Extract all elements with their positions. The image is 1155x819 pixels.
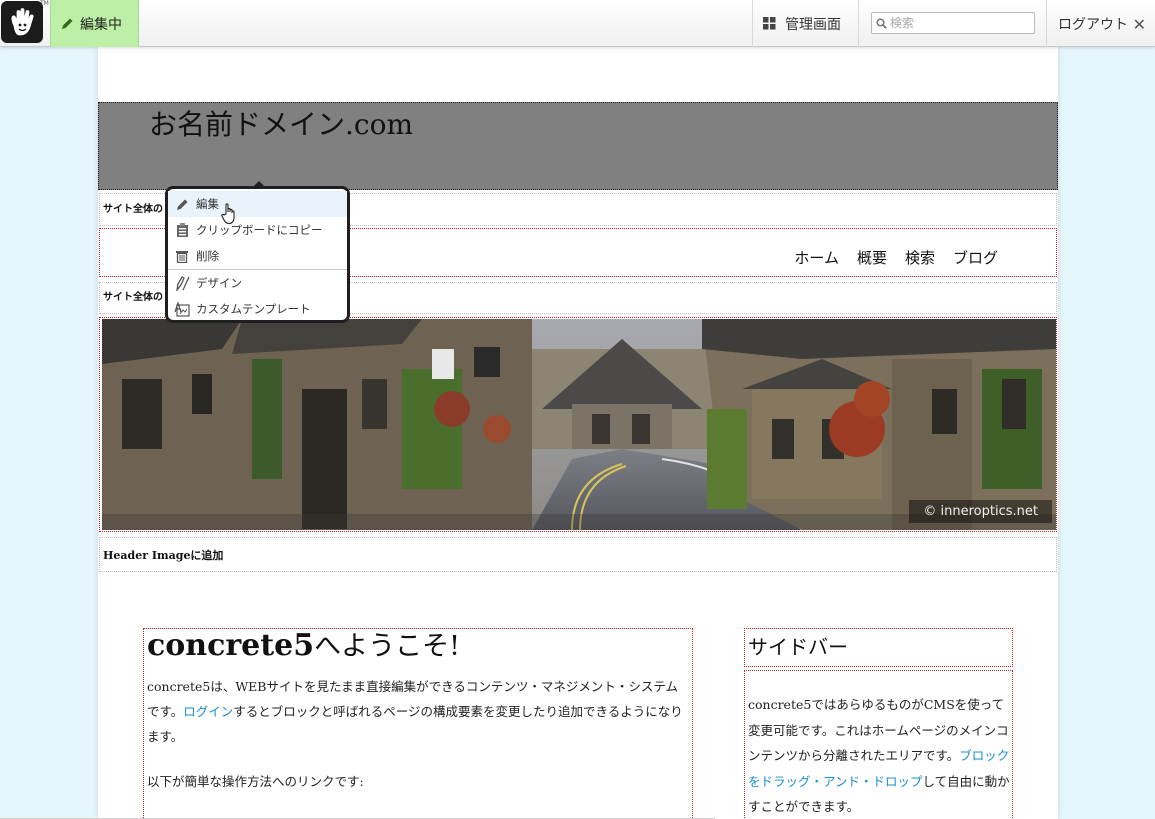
block-context-menu: 編集 クリップボードにコピー 削除 デザイン カスタムテンプレート xyxy=(165,181,350,323)
concrete5-logo[interactable] xyxy=(1,1,43,43)
menu-item-template-label: カスタムテンプレート xyxy=(196,302,311,316)
intro-paragraph: concrete5は、WEBサイトを見たまま直接編集ができるコンテンツ・マネジメ… xyxy=(147,674,689,749)
village-street-image xyxy=(102,319,1056,530)
top-toolbar: TM 編集中 管理画面 ログアウト ✕ xyxy=(0,0,1155,47)
nav-item-home[interactable]: ホーム xyxy=(794,247,839,268)
menu-item-edit[interactable]: 編集 xyxy=(168,191,347,217)
nav-item-about[interactable]: 概要 xyxy=(857,247,887,268)
site-name-area[interactable]: お名前ドメイン.com xyxy=(98,102,1058,190)
edit-mode-label: 編集中 xyxy=(80,16,122,33)
sidebar-content-block[interactable]: concrete5ではあらゆるものがCMSを使って変更可能です。これはホームペー… xyxy=(744,670,1013,819)
menu-item-delete[interactable]: 削除 xyxy=(168,243,347,269)
nav-item-search[interactable]: 検索 xyxy=(905,247,935,268)
sidebar-title: サイドバー xyxy=(748,635,848,659)
trash-icon xyxy=(174,248,190,264)
page-canvas: お名前ドメイン.com サイト全体の ホーム 概要 検索 ブログ サイト全体の xyxy=(98,47,1058,819)
page-title-welcome: へようこそ! xyxy=(314,631,460,662)
hand-cursor-icon xyxy=(221,203,235,225)
menu-item-copy-clipboard[interactable]: クリップボードにコピー xyxy=(168,217,347,243)
logout-label: ログアウト xyxy=(1058,16,1128,33)
page-title-brand: concrete5 xyxy=(147,628,315,663)
template-icon xyxy=(174,301,190,317)
header-image-block[interactable]: © inneroptics.net xyxy=(99,317,1057,532)
pencil-icon xyxy=(62,18,73,29)
menu-pointer-arrow xyxy=(253,181,265,187)
menu-item-custom-template[interactable]: カスタムテンプレート xyxy=(168,296,347,322)
global-area-label-text: サイト全体の xyxy=(103,204,163,215)
sidebar-title-block[interactable]: サイドバー xyxy=(744,628,1013,667)
main-nav: ホーム 概要 検索 ブログ xyxy=(794,247,998,268)
menu-item-copy-label: クリップボードにコピー xyxy=(196,223,323,237)
main-content-block[interactable]: concrete5へようこそ! concrete5は、WEBサイトを見たまま直接… xyxy=(143,628,693,819)
close-icon[interactable]: ✕ xyxy=(1133,15,1146,34)
page-title: concrete5へようこそ! xyxy=(147,629,689,664)
logout-button[interactable]: ログアウト ✕ xyxy=(1046,0,1155,47)
dashboard-button[interactable]: 管理画面 xyxy=(752,0,859,47)
nav-item-blog[interactable]: ブログ xyxy=(953,247,998,268)
pencil-icon xyxy=(174,196,190,212)
clipboard-icon xyxy=(174,222,190,238)
grid-icon xyxy=(763,17,776,30)
header-image-add-label: Header Imageに追加 xyxy=(103,549,224,562)
menu-item-edit-label: 編集 xyxy=(196,197,219,211)
search-box[interactable] xyxy=(871,12,1035,34)
global-area-label-text: サイト全体の xyxy=(103,292,163,303)
login-link[interactable]: ログイン xyxy=(183,704,233,719)
menu-item-design-label: デザイン xyxy=(196,276,242,290)
edit-mode-button[interactable]: 編集中 xyxy=(50,0,139,47)
trademark-label: TM xyxy=(40,0,49,7)
hand-logo-icon xyxy=(11,8,34,36)
site-name[interactable]: お名前ドメイン.com xyxy=(149,103,413,143)
search-icon xyxy=(876,17,887,29)
links-intro-paragraph: 以下が簡単な操作方法へのリンクです: xyxy=(147,774,364,789)
menu-item-design[interactable]: デザイン xyxy=(168,270,347,296)
search-input[interactable] xyxy=(890,16,1030,30)
image-credit: © inneroptics.net xyxy=(909,500,1052,523)
menu-item-delete-label: 削除 xyxy=(196,249,219,263)
header-image-add-area[interactable]: Header Imageに追加 xyxy=(99,537,1057,572)
design-pen-icon xyxy=(174,275,190,291)
dashboard-label: 管理画面 xyxy=(785,16,841,33)
